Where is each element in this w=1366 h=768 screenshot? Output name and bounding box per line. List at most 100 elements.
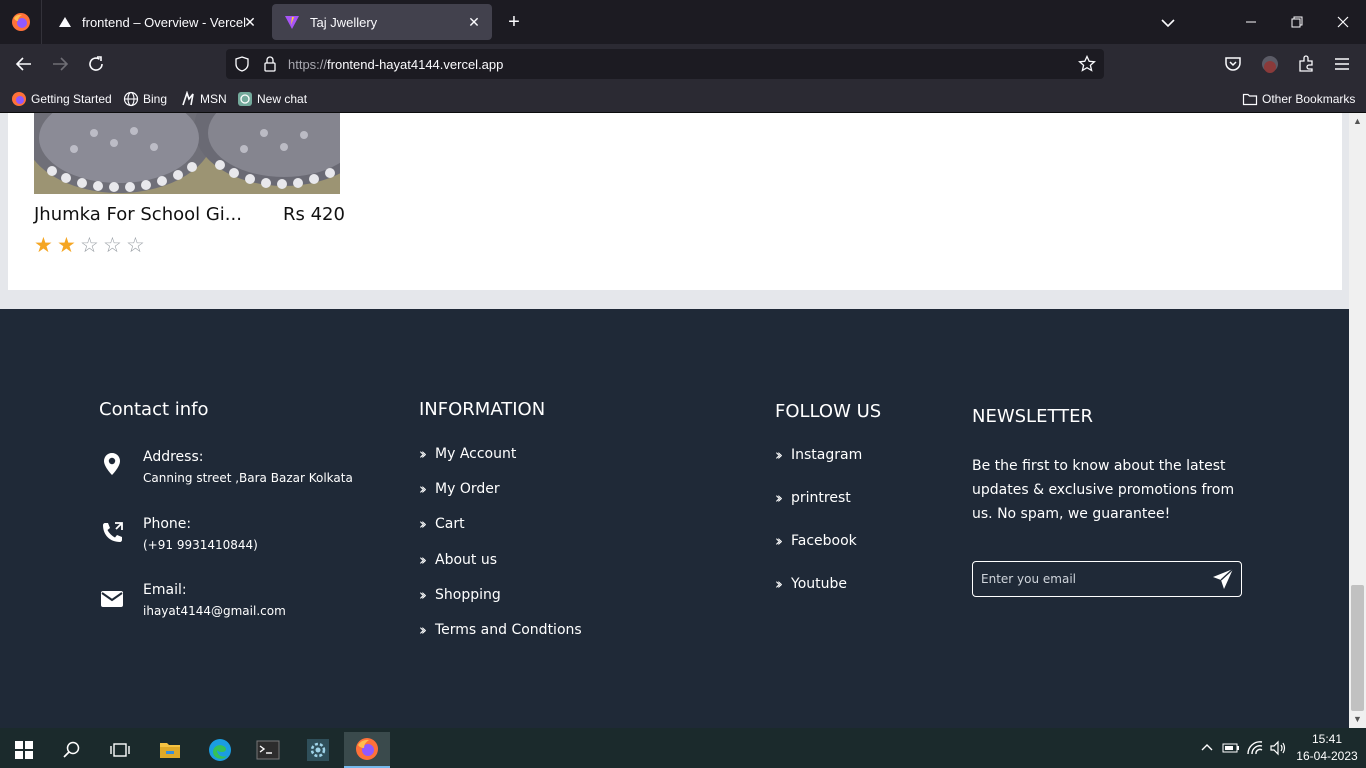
url-bar[interactable]: https://frontend-hayat4144.vercel.app bbox=[226, 49, 1104, 79]
bookmark-label: Bing bbox=[143, 91, 168, 106]
task-view-icon[interactable] bbox=[97, 732, 143, 768]
folder-icon bbox=[1242, 93, 1258, 105]
list-tabs-chevron-icon[interactable] bbox=[1157, 12, 1179, 34]
footer-link-label: Shopping bbox=[435, 587, 501, 603]
forward-arrow-icon[interactable] bbox=[48, 52, 72, 76]
minimize-button[interactable] bbox=[1228, 0, 1274, 44]
clock-date: 16-04-2023 bbox=[1296, 749, 1358, 763]
url-host: frontend-hayat4144.vercel.app bbox=[327, 57, 504, 72]
newsletter-heading: NEWSLETTER bbox=[972, 406, 1094, 427]
page-scrollbar[interactable]: ▲ ▼ bbox=[1349, 113, 1366, 729]
back-arrow-icon[interactable] bbox=[12, 52, 36, 76]
account-avatar-icon[interactable] bbox=[1258, 52, 1282, 76]
other-bookmarks-label: Other Bookmarks bbox=[1262, 91, 1356, 106]
close-tab-icon[interactable]: ✕ bbox=[242, 14, 258, 30]
contact-heading: Contact info bbox=[99, 399, 209, 420]
vercel-icon bbox=[59, 17, 71, 27]
close-window-button[interactable] bbox=[1320, 0, 1366, 44]
product-price: Rs 420 bbox=[283, 204, 345, 225]
terminal-icon[interactable] bbox=[245, 732, 291, 768]
footer-link-my-account[interactable]: ›› My Account bbox=[419, 445, 516, 463]
footer-link-about-us[interactable]: ›› About us bbox=[419, 551, 497, 569]
bookmarks-toolbar: Getting Started Bing MSN New chat Other … bbox=[0, 84, 1366, 113]
send-paper-plane-icon bbox=[1213, 568, 1234, 589]
scrollbar-thumb[interactable] bbox=[1351, 585, 1364, 711]
star-empty-icon: ☆ bbox=[126, 234, 145, 257]
double-chevron-right-icon: ›› bbox=[775, 532, 783, 550]
product-image[interactable] bbox=[34, 113, 340, 194]
double-chevron-right-icon: ›› bbox=[775, 446, 783, 464]
footer-link-pinterest[interactable]: ›› printrest bbox=[775, 489, 851, 507]
footer-link-facebook[interactable]: ›› Facebook bbox=[775, 532, 857, 550]
lock-icon[interactable] bbox=[262, 56, 278, 72]
newsletter-email-input[interactable] bbox=[973, 562, 1203, 596]
footer-link-instagram[interactable]: ›› Instagram bbox=[775, 446, 862, 464]
msn-butterfly-icon bbox=[182, 90, 194, 105]
search-icon[interactable] bbox=[49, 732, 95, 768]
edge-browser-icon[interactable] bbox=[197, 732, 243, 768]
product-rating: ★ ★ ☆ ☆ ☆ bbox=[34, 235, 149, 257]
start-windows-icon[interactable] bbox=[1, 732, 47, 768]
volume-speaker-icon[interactable] bbox=[1268, 728, 1290, 768]
restore-button[interactable] bbox=[1274, 0, 1320, 44]
phone-icon bbox=[103, 522, 123, 542]
bookmark-star-icon[interactable] bbox=[1078, 55, 1096, 73]
bookmark-getting-started[interactable]: Getting Started bbox=[11, 90, 112, 107]
footer-link-label: My Account bbox=[435, 446, 517, 462]
double-chevron-right-icon: ›› bbox=[419, 621, 427, 639]
footer-link-label: About us bbox=[435, 552, 498, 568]
footer-link-shopping[interactable]: ›› Shopping bbox=[419, 586, 501, 604]
information-heading: INFORMATION bbox=[419, 399, 546, 420]
footer-link-my-order[interactable]: ›› My Order bbox=[419, 480, 500, 498]
reload-icon[interactable] bbox=[84, 52, 108, 76]
firefox-icon bbox=[11, 13, 30, 31]
scroll-up-arrow-icon[interactable]: ▲ bbox=[1353, 117, 1362, 126]
extensions-puzzle-icon[interactable] bbox=[1294, 52, 1318, 76]
mail-icon bbox=[101, 591, 123, 607]
footer-link-cart[interactable]: ›› Cart bbox=[419, 515, 465, 533]
battery-icon[interactable] bbox=[1220, 728, 1242, 768]
footer-link-terms[interactable]: ›› Terms and Condtions bbox=[419, 621, 582, 639]
close-tab-icon[interactable]: ✕ bbox=[466, 14, 482, 30]
follow-heading: FOLLOW US bbox=[775, 401, 882, 422]
windows-taskbar: 15:41 16-04-2023 bbox=[0, 728, 1366, 768]
bookmark-bing[interactable]: Bing bbox=[123, 90, 167, 107]
newsletter-description: Be the first to know about the latest up… bbox=[972, 458, 1235, 522]
tab-vercel[interactable]: frontend – Overview - Vercel ✕ bbox=[46, 0, 268, 44]
double-chevron-right-icon: ›› bbox=[419, 515, 427, 533]
chatgpt-icon bbox=[238, 91, 252, 106]
firefox-taskbar-icon[interactable] bbox=[344, 732, 390, 768]
bookmark-new-chat[interactable]: New chat bbox=[237, 90, 307, 107]
double-chevron-right-icon: ›› bbox=[419, 586, 427, 604]
settings-gear-app-icon[interactable] bbox=[295, 732, 341, 768]
file-explorer-icon[interactable] bbox=[147, 732, 193, 768]
product-grid: Jhumka For School Gi... Rs 420 ★ ★ ☆ ☆ ☆ bbox=[8, 113, 1342, 290]
contact-label: Phone: bbox=[143, 516, 192, 532]
send-button[interactable] bbox=[1209, 565, 1237, 593]
contact-value: ihayat4144@gmail.com bbox=[143, 604, 286, 618]
globe-icon bbox=[123, 91, 139, 106]
firefox-view-button[interactable] bbox=[0, 0, 42, 44]
tab-title: frontend – Overview - Vercel bbox=[82, 14, 247, 30]
pocket-icon[interactable] bbox=[1221, 52, 1245, 76]
footer-link-label: Youtube bbox=[791, 576, 847, 592]
bookmark-msn[interactable]: MSN bbox=[180, 90, 227, 107]
shield-icon[interactable] bbox=[234, 56, 250, 72]
scroll-down-arrow-icon[interactable]: ▼ bbox=[1353, 715, 1362, 724]
footer-link-label: Facebook bbox=[791, 533, 857, 549]
footer-link-label: printrest bbox=[791, 490, 851, 506]
double-chevron-right-icon: ›› bbox=[775, 575, 783, 593]
footer-link-youtube[interactable]: ›› Youtube bbox=[775, 575, 847, 593]
url-text[interactable]: https://frontend-hayat4144.vercel.app bbox=[288, 57, 503, 72]
other-bookmarks[interactable]: Other Bookmarks bbox=[1242, 90, 1355, 107]
wifi-network-icon[interactable] bbox=[1244, 728, 1266, 768]
hamburger-menu-icon[interactable] bbox=[1330, 52, 1354, 76]
product-name[interactable]: Jhumka For School Gi... bbox=[34, 204, 242, 225]
bookmark-label: MSN bbox=[200, 91, 227, 106]
double-chevron-right-icon: ›› bbox=[419, 551, 427, 569]
tab-taj-jwellery[interactable]: Taj Jwellery ✕ bbox=[272, 4, 492, 40]
show-hidden-icons-chevron-icon[interactable] bbox=[1196, 728, 1218, 768]
double-chevron-right-icon: ›› bbox=[419, 480, 427, 498]
new-tab-button[interactable]: + bbox=[503, 12, 525, 34]
system-clock[interactable]: 15:41 16-04-2023 bbox=[1296, 731, 1358, 765]
